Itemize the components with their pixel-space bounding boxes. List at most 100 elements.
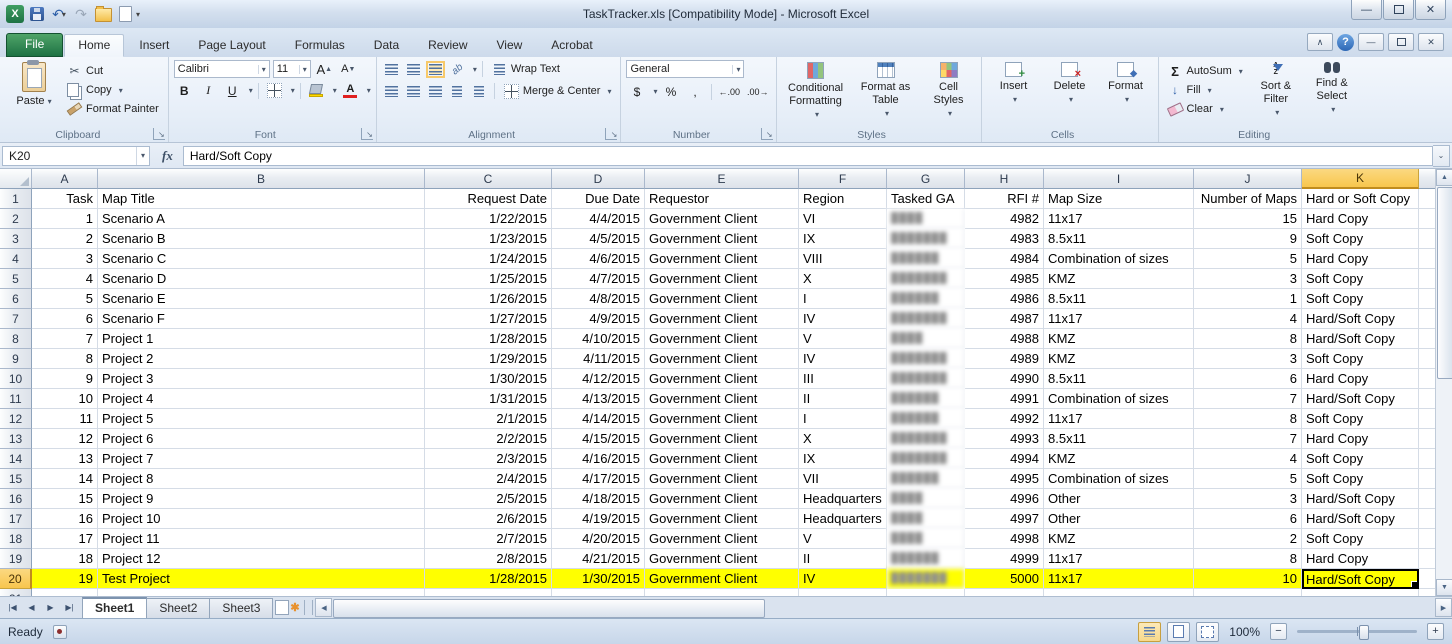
cell-C4[interactable]: 1/24/2015 (425, 249, 552, 269)
cell-K6[interactable]: Soft Copy (1302, 289, 1419, 309)
row-header-18[interactable]: 18 (0, 529, 32, 549)
cell-B9[interactable]: Project 2 (98, 349, 425, 369)
cell-I12[interactable]: 11x17 (1044, 409, 1194, 429)
column-header-f[interactable]: F (799, 169, 887, 189)
cell-I8[interactable]: KMZ (1044, 329, 1194, 349)
font-color-button[interactable]: A (340, 82, 361, 99)
cell-E21[interactable] (645, 589, 799, 596)
cell-J16[interactable]: 3 (1194, 489, 1302, 509)
cell-I4[interactable]: Combination of sizes (1044, 249, 1194, 269)
cell-H14[interactable]: 4994 (965, 449, 1044, 469)
orientation-button[interactable]: ab (448, 60, 467, 78)
vertical-scrollbar[interactable]: ▲ ▼ (1435, 169, 1452, 596)
cell-C19[interactable]: 2/8/2015 (425, 549, 552, 569)
cell-H15[interactable]: 4995 (965, 469, 1044, 489)
cell-D14[interactable]: 4/16/2015 (552, 449, 645, 469)
scroll-down-icon[interactable]: ▼ (1436, 579, 1452, 596)
cell-D5[interactable]: 4/7/2015 (552, 269, 645, 289)
cell-G9[interactable]: ███████ (887, 349, 965, 369)
cell-I11[interactable]: Combination of sizes (1044, 389, 1194, 409)
customize-qat-dropdown-icon[interactable]: ▾ (136, 10, 140, 19)
cell-B15[interactable]: Project 8 (98, 469, 425, 489)
cell-J11[interactable]: 7 (1194, 389, 1302, 409)
cell-D21[interactable] (552, 589, 645, 596)
cell-D13[interactable]: 4/15/2015 (552, 429, 645, 449)
find-select-button[interactable]: Find & Select▾ (1305, 60, 1359, 118)
cell-J9[interactable]: 3 (1194, 349, 1302, 369)
row-header-6[interactable]: 6 (0, 289, 32, 309)
clear-button[interactable]: Clear▾ (1164, 100, 1247, 118)
cell-F8[interactable]: V (799, 329, 887, 349)
cell-C8[interactable]: 1/28/2015 (425, 329, 552, 349)
cell-J3[interactable]: 9 (1194, 229, 1302, 249)
cell-K4[interactable]: Hard Copy (1302, 249, 1419, 269)
cell-B11[interactable]: Project 4 (98, 389, 425, 409)
column-header-j[interactable]: J (1194, 169, 1302, 189)
cell-H3[interactable]: 4983 (965, 229, 1044, 249)
cell-E20[interactable]: Government Client (645, 569, 799, 589)
cell-I1[interactable]: Map Size (1044, 189, 1194, 209)
cell-G21[interactable] (887, 589, 965, 596)
last-sheet-button[interactable]: ▶| (61, 600, 78, 616)
cell-J13[interactable]: 7 (1194, 429, 1302, 449)
cell-J21[interactable] (1194, 589, 1302, 596)
cell-E6[interactable]: Government Client (645, 289, 799, 309)
percent-style-button[interactable]: % (661, 83, 682, 100)
cell-K5[interactable]: Soft Copy (1302, 269, 1419, 289)
cell-G12[interactable]: ██████ (887, 409, 965, 429)
cell-F9[interactable]: IV (799, 349, 887, 369)
zoom-out-button[interactable]: − (1270, 623, 1287, 640)
redo-button[interactable]: ↷ (72, 5, 90, 23)
cell-H17[interactable]: 4997 (965, 509, 1044, 529)
clipboard-dialog-launcher-icon[interactable]: ↘ (153, 128, 165, 140)
cell-I2[interactable]: 11x17 (1044, 209, 1194, 229)
cell-C12[interactable]: 2/1/2015 (425, 409, 552, 429)
cell-G10[interactable]: ███████ (887, 369, 965, 389)
cell-D18[interactable]: 4/20/2015 (552, 529, 645, 549)
center-button[interactable] (404, 82, 423, 100)
ribbon-tab-insert[interactable]: Insert (125, 34, 183, 57)
cell-I13[interactable]: 8.5x11 (1044, 429, 1194, 449)
cell-F21[interactable] (799, 589, 887, 596)
cell-A7[interactable]: 6 (32, 309, 98, 329)
cell-A15[interactable]: 14 (32, 469, 98, 489)
cell-J20[interactable]: 10 (1194, 569, 1302, 589)
cell-F10[interactable]: III (799, 369, 887, 389)
save-button[interactable] (28, 5, 46, 23)
cell-J17[interactable]: 6 (1194, 509, 1302, 529)
cell-H18[interactable]: 4998 (965, 529, 1044, 549)
cell-E15[interactable]: Government Client (645, 469, 799, 489)
cell-C7[interactable]: 1/27/2015 (425, 309, 552, 329)
name-box[interactable]: K20▾ (2, 146, 150, 166)
expand-formula-bar-icon[interactable]: ⌄ (1433, 145, 1450, 167)
zoom-in-button[interactable]: + (1427, 623, 1444, 640)
page-layout-view-button[interactable] (1167, 622, 1190, 642)
column-header-e[interactable]: E (645, 169, 799, 189)
alignment-dialog-launcher-icon[interactable]: ↘ (605, 128, 617, 140)
cell-J1[interactable]: Number of Maps (1194, 189, 1302, 209)
accounting-format-button[interactable]: $ (626, 83, 647, 100)
cell-G4[interactable]: ██████ (887, 249, 965, 269)
cell-E5[interactable]: Government Client (645, 269, 799, 289)
cell-B19[interactable]: Project 12 (98, 549, 425, 569)
cell-H16[interactable]: 4996 (965, 489, 1044, 509)
cell-G11[interactable]: ██████ (887, 389, 965, 409)
cell-K13[interactable]: Hard Copy (1302, 429, 1419, 449)
cell-C13[interactable]: 2/2/2015 (425, 429, 552, 449)
cell-B13[interactable]: Project 6 (98, 429, 425, 449)
cell-G5[interactable]: ███████ (887, 269, 965, 289)
cell-G3[interactable]: ███████ (887, 229, 965, 249)
cell-I15[interactable]: Combination of sizes (1044, 469, 1194, 489)
cell-B6[interactable]: Scenario E (98, 289, 425, 309)
cell-B18[interactable]: Project 11 (98, 529, 425, 549)
insert-cells-button[interactable]: + Insert▾ (987, 60, 1041, 108)
cell-B21[interactable] (98, 589, 425, 596)
cell-C21[interactable] (425, 589, 552, 596)
conditional-formatting-button[interactable]: Conditional Formatting▾ (782, 60, 850, 123)
format-cells-button[interactable]: ◆ Format▾ (1099, 60, 1153, 108)
cell-A13[interactable]: 12 (32, 429, 98, 449)
cell-E13[interactable]: Government Client (645, 429, 799, 449)
cell-K16[interactable]: Hard/Soft Copy (1302, 489, 1419, 509)
cut-button[interactable]: ✂Cut (63, 62, 163, 80)
column-header-a[interactable]: A (32, 169, 98, 189)
